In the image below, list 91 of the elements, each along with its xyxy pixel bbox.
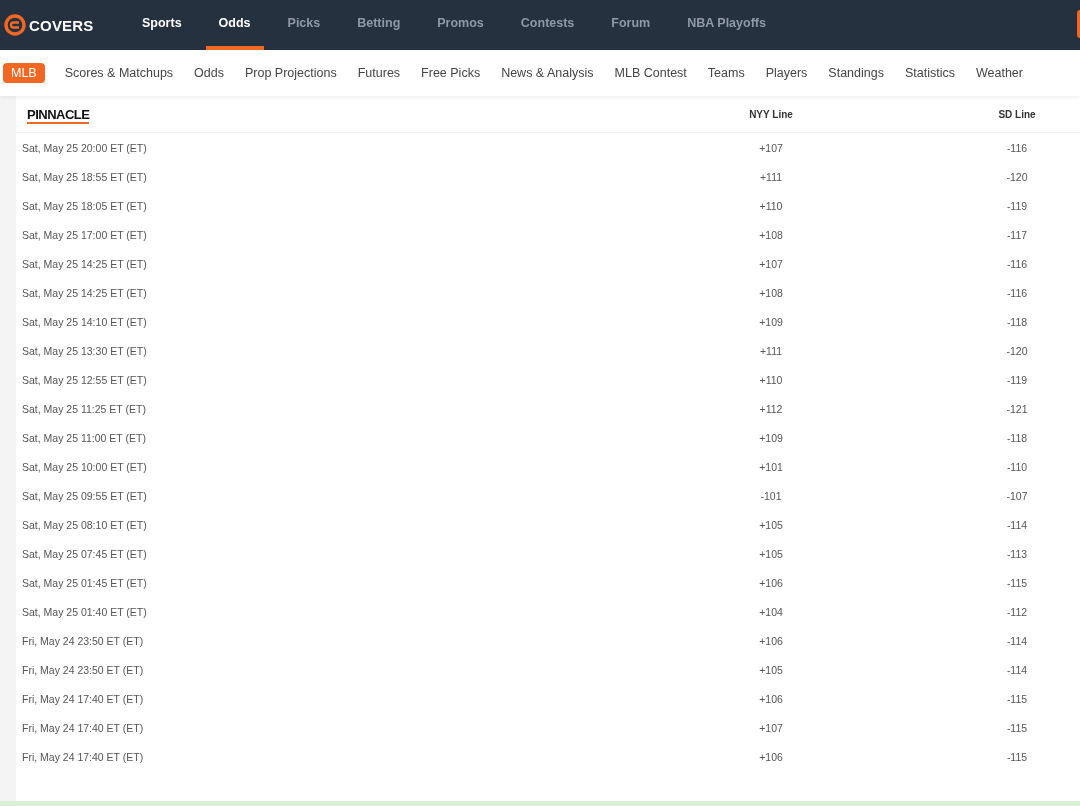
time-cell-text: Fri, May 24 17:40 ET (ET): [21, 692, 144, 705]
odds-cell: -116: [1006, 286, 1028, 299]
nav-tab[interactable]: Sports: [129, 0, 195, 50]
odds-cell: -120: [1006, 344, 1028, 357]
odds-cell: -115: [1006, 721, 1028, 734]
odds-cell: -114: [1006, 634, 1028, 647]
odds-cell: +106: [759, 692, 783, 705]
subnav-link[interactable]: Standings: [828, 63, 884, 83]
nav-tab[interactable]: Forum: [598, 0, 664, 50]
nav-tab[interactable]: Picks: [274, 0, 334, 50]
odds-cell: +105: [759, 518, 783, 531]
subnav-link[interactable]: Free Picks: [421, 63, 481, 83]
time-cell-text: Sat, May 25 18:05 ET (ET): [21, 199, 147, 212]
odds-cell: -119: [1006, 199, 1028, 212]
time-cell-text: Sat, May 25 07:45 ET (ET): [21, 547, 147, 560]
subnav-link[interactable]: Odds: [194, 63, 224, 83]
time-cell-text: Sat, May 25 17:00 ET (ET): [21, 228, 147, 241]
time-cell-text: Sat, May 25 18:55 ET (ET): [21, 170, 147, 183]
time-cell-text: Sat, May 25 09:55 ET (ET): [21, 489, 147, 502]
odds-cell: +104: [759, 605, 783, 618]
odds-cell: -113: [1006, 547, 1028, 560]
odds-cell: +110: [759, 373, 783, 386]
odds-cell: +112: [759, 402, 783, 415]
nav-tab[interactable]: NBA Playoffs: [674, 0, 779, 50]
odds-cell: +107: [759, 141, 783, 154]
logo-icon: [4, 14, 26, 36]
time-cell-text: Fri, May 24 17:40 ET (ET): [21, 721, 144, 734]
odds-cell: -115: [1006, 750, 1028, 763]
odds-cell: +110: [759, 199, 783, 212]
odds-cell: +109: [759, 315, 783, 328]
odds-cell: -119: [1006, 373, 1028, 386]
bookmaker-logo: PINNACLE: [27, 107, 90, 124]
logo-wordmark[interactable]: COVERS: [29, 16, 94, 34]
time-cell-text: Fri, May 24 23:50 ET (ET): [21, 634, 144, 647]
subnav-link[interactable]: Statistics: [904, 63, 955, 83]
time-cell-text: Sat, May 25 14:25 ET (ET): [21, 286, 147, 299]
nav-tab[interactable]: Betting: [344, 0, 414, 50]
nav-tab[interactable]: Promos: [424, 0, 497, 50]
column-header: SD Line: [998, 108, 1036, 120]
odds-cell: -118: [1006, 315, 1028, 328]
odds-cell: +107: [759, 721, 783, 734]
odds-cell: -114: [1006, 518, 1028, 531]
odds-cell: +105: [759, 547, 783, 560]
odds-cell: +111: [759, 170, 783, 183]
time-cell-text: Sat, May 25 01:45 ET (ET): [21, 576, 147, 589]
time-cell-text: Sat, May 25 12:55 ET (ET): [21, 373, 147, 386]
odds-cell: +105: [759, 663, 783, 676]
odds-cell: +109: [759, 431, 783, 444]
odds-cell: -117: [1006, 228, 1028, 241]
time-cell-text: Sat, May 25 20:00 ET (ET): [21, 141, 147, 154]
cut-off-button[interactable]: [1077, 10, 1080, 38]
odds-cell: -115: [1006, 576, 1028, 589]
time-cell-text: Sat, May 25 13:30 ET (ET): [21, 344, 147, 357]
time-cell-text: Sat, May 25 14:25 ET (ET): [21, 257, 147, 270]
subnav-link[interactable]: MLB Contest: [614, 63, 687, 83]
odds-cell: +106: [759, 634, 783, 647]
subnav-link[interactable]: Scores & Matchups: [64, 63, 174, 83]
odds-cell: -112: [1006, 605, 1028, 618]
odds-cell: -110: [1006, 460, 1028, 473]
time-cell-text: Sat, May 25 14:10 ET (ET): [21, 315, 147, 328]
subnav-link[interactable]: Players: [765, 63, 808, 83]
column-header: NYY Line: [749, 108, 793, 120]
subnav-link[interactable]: Prop Projections: [245, 63, 337, 83]
odds-cell: +101: [759, 460, 783, 473]
odds-cell: -107: [1006, 489, 1028, 502]
subnav-link[interactable]: Weather: [975, 63, 1023, 83]
odds-cell: -118: [1006, 431, 1028, 444]
odds-cell: -116: [1006, 257, 1028, 270]
subnav-link[interactable]: Futures: [357, 63, 401, 83]
odds-cell: +108: [759, 286, 783, 299]
time-cell-text: Fri, May 24 17:40 ET (ET): [21, 750, 144, 763]
nav-tab[interactable]: Contests: [507, 0, 588, 50]
odds-cell: -101: [760, 489, 782, 502]
odds-cell: +108: [759, 228, 783, 241]
subnav-link[interactable]: Teams: [707, 63, 745, 83]
time-cell-text: Sat, May 25 10:00 ET (ET): [21, 460, 147, 473]
time-cell-text: Sat, May 25 11:00 ET (ET): [21, 431, 146, 444]
odds-cell: +111: [759, 344, 783, 357]
odds-cell: -116: [1006, 141, 1028, 154]
odds-cell: -120: [1006, 170, 1028, 183]
time-cell-text: Fri, May 24 23:50 ET (ET): [21, 663, 144, 676]
time-cell-text: Sat, May 25 11:25 ET (ET): [21, 402, 146, 415]
odds-cell: -115: [1006, 692, 1028, 705]
odds-cell: -121: [1006, 402, 1028, 415]
odds-cell: +106: [759, 750, 783, 763]
time-cell-text: Sat, May 25 01:40 ET (ET): [21, 605, 147, 618]
odds-cell: -114: [1006, 663, 1028, 676]
odds-cell: +106: [759, 576, 783, 589]
subnav-link[interactable]: News & Analysis: [501, 63, 594, 83]
odds-cell: +107: [759, 257, 783, 270]
time-cell-text: Sat, May 25 08:10 ET (ET): [21, 518, 147, 531]
